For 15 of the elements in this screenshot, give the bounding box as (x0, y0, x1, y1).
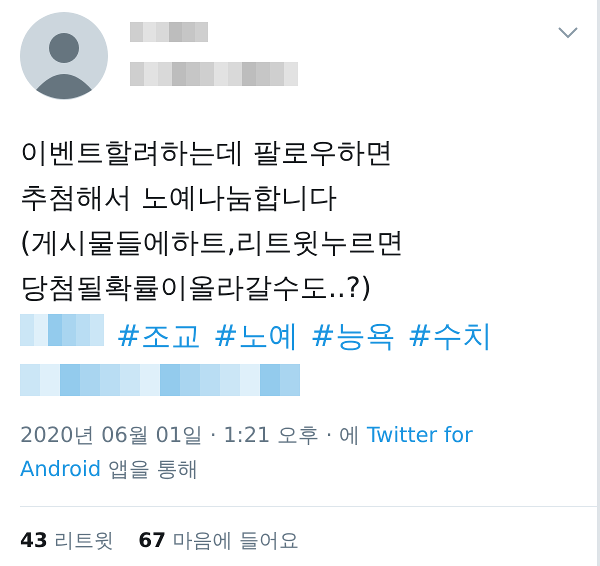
tweet-text-line: 이벤트할려하는데 팔로우하면 (20, 135, 394, 171)
tweet-text-line: (게시물들에하트,리트윗누르면 (20, 225, 405, 261)
stat-count[interactable]: 67 마음에 들어요 (138, 527, 299, 554)
tweet-timestamp: 2020년 06월 01일 · 1:21 오후 · 에 Twitter for (20, 422, 474, 449)
hashtag-link[interactable]: #능욕 (310, 316, 396, 356)
tweet-text-line: 당첨될확률이올라갈수도..?) (20, 270, 373, 306)
stat-count[interactable]: 43 리트윗 (20, 527, 114, 554)
hashtag-link[interactable]: #조교 (116, 316, 202, 356)
source-link[interactable]: Android (20, 457, 102, 481)
hashtag-link[interactable]: #노예 (213, 316, 298, 356)
tweet-timestamp: Android 앱을 통해 (20, 456, 200, 483)
tweet-text-line: 추첨해서 노예나눔합니다 (20, 180, 338, 216)
hashtag-link[interactable]: #수치 (407, 316, 493, 356)
chevron-down-icon[interactable] (557, 26, 579, 40)
source-link[interactable]: Twitter for (366, 423, 473, 447)
